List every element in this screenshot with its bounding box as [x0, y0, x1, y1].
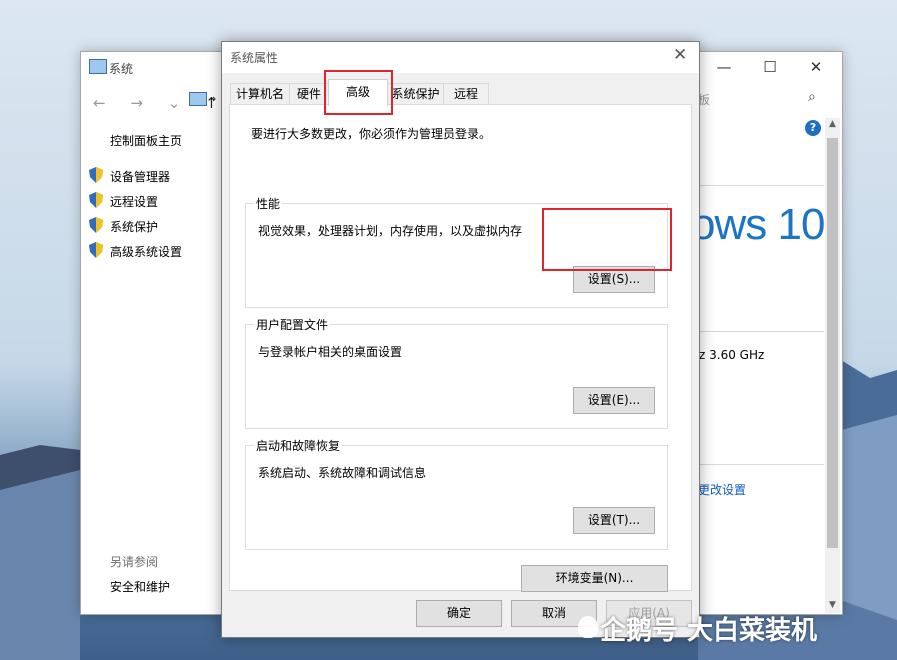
scroll-thumb[interactable] — [827, 138, 838, 548]
see-also-heading: 另请参阅 — [110, 555, 159, 569]
button-highlight-box — [542, 208, 672, 271]
forward-arrow-icon[interactable]: → — [130, 94, 153, 112]
tab-remote[interactable]: 远程 — [443, 83, 489, 105]
divider — [698, 185, 824, 186]
group-description: 与登录帐户相关的桌面设置 — [258, 345, 403, 359]
change-settings-link[interactable]: 更改设置 — [679, 480, 746, 498]
cpu-speed-text: Hz 3.60 GHz — [690, 348, 765, 362]
help-icon[interactable]: ? — [805, 120, 821, 136]
control-panel-home-link[interactable]: 控制面板主页 — [110, 132, 182, 149]
security-maintenance-link[interactable]: 安全和维护 — [110, 578, 170, 595]
divider — [698, 331, 824, 332]
address-monitor-icon — [189, 92, 207, 106]
nav-bar: ← → ⌄ ↑ — [93, 94, 228, 112]
group-description: 系统启动、系统故障和调试信息 — [258, 466, 427, 480]
group-label: 启动和故障恢复 — [254, 437, 343, 454]
admin-notice: 要进行大多数更改，你必须作为管理员登录。 — [251, 127, 492, 141]
group-label: 用户配置文件 — [254, 316, 331, 333]
close-icon[interactable]: ✕ — [673, 45, 687, 65]
ok-button[interactable]: 确定 — [416, 600, 502, 627]
dialog-title: 系统属性 — [230, 51, 279, 65]
search-icon[interactable]: ⌕ — [808, 89, 816, 105]
shield-icon — [89, 242, 103, 258]
back-arrow-icon[interactable]: ← — [93, 94, 116, 112]
minimize-button[interactable]: — — [701, 52, 747, 82]
system-properties-dialog[interactable]: 系统属性 ✕ 计算机名 硬件 高级 系统保护 远程 要进行大多数更改，你必须作为… — [221, 41, 700, 638]
tab-computer-name[interactable]: 计算机名 — [230, 83, 290, 105]
scroll-up-icon[interactable]: ▲ — [825, 119, 840, 129]
tab-hardware[interactable]: 硬件 — [289, 83, 329, 105]
recent-dropdown-icon[interactable]: ⌄ — [168, 94, 191, 112]
penguin-logo-icon — [578, 616, 598, 638]
monitor-icon — [89, 59, 107, 74]
dialog-titlebar[interactable]: 系统属性 ✕ — [222, 42, 699, 73]
watermark: 企鹅号 大白菜装机 — [578, 610, 817, 647]
windows-10-logo-text: ows 10 — [691, 200, 825, 249]
window-title: 系统 — [109, 62, 134, 76]
vertical-scrollbar[interactable]: ▲ ▼ — [825, 118, 840, 613]
user-profiles-group: 用户配置文件 与登录帐户相关的桌面设置 设置(E)... — [245, 316, 668, 429]
group-label: 性能 — [254, 195, 283, 212]
divider — [698, 464, 824, 465]
scroll-down-icon[interactable]: ▼ — [825, 600, 840, 610]
address-chevron-icon[interactable]: › — [212, 92, 216, 105]
maximize-button[interactable]: ☐ — [747, 52, 793, 82]
close-button[interactable]: ✕ — [793, 52, 839, 82]
shield-icon — [89, 192, 103, 208]
shield-icon — [89, 217, 103, 233]
startup-recovery-group: 启动和故障恢复 系统启动、系统故障和调试信息 设置(T)... — [245, 437, 668, 550]
shield-icon — [89, 167, 103, 183]
tab-system-protection[interactable]: 系统保护 — [387, 83, 444, 105]
startup-settings-button[interactable]: 设置(T)... — [573, 507, 655, 534]
group-description: 视觉效果，处理器计划，内存使用，以及虚拟内存 — [258, 224, 523, 238]
profiles-settings-button[interactable]: 设置(E)... — [573, 387, 655, 414]
tab-advanced[interactable]: 高级 — [328, 79, 388, 106]
advanced-tab-panel: 要进行大多数更改，你必须作为管理员登录。 性能 视觉效果，处理器计划，内存使用，… — [229, 104, 692, 592]
environment-variables-button[interactable]: 环境变量(N)... — [521, 565, 668, 592]
